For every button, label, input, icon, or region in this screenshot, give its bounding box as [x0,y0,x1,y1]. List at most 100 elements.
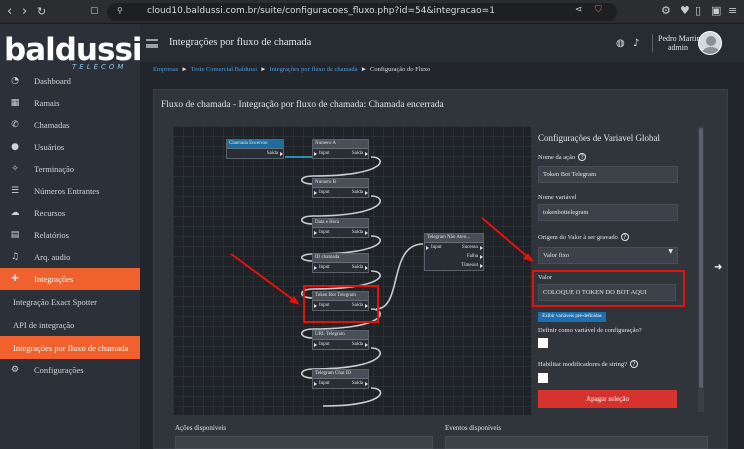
help-icon[interactable]: ? [630,360,638,368]
help-icon[interactable]: ? [578,153,587,161]
breadcrumb-current: Configuração do Fluxo [370,66,431,73]
mod-string-checkbox[interactable] [538,373,548,383]
delete-selection-button[interactable]: Apagar seleção [538,390,677,408]
back-icon[interactable]: ‹ [7,4,12,19]
sidebar-item-label: Ramais [34,98,60,108]
breadcrumb-sep: ► [181,66,188,73]
browser-toolbar: ‹ › ↻ ▢ ⚲ cloud10.baldussi.com.br/suite/… [0,0,744,24]
menu-icon[interactable]: ≡ [728,4,737,17]
user-icon: ● [11,142,19,152]
extensions-icon[interactable]: ♥ [680,4,690,17]
help-icon[interactable]: ? [620,233,629,241]
breadcrumb: Empresas ► Teste Comercial Baldussi ► Integr… [153,66,430,73]
flow-canvas[interactable]: Chamada Encerrou Saída Numero A Input Saí… [173,126,531,415]
sidebar-item-recursos[interactable]: ☁ Recursos [0,202,140,224]
sidebar-item-label: Dashboard [34,76,71,86]
top-bar: Integrações por fluxo de chamada ◍ ♪ Ped… [140,24,744,62]
breadcrumb-integracoes[interactable]: Integrações por fluxo de chamada [270,66,358,73]
origem-selected: Valor fixo [543,252,570,259]
sidebar-item-relat-rios[interactable]: ▤ Relatórios [0,224,140,246]
variavel-input[interactable]: tokenbottelegram [538,204,678,221]
report-icon: ▤ [10,230,20,240]
bookmark-icon[interactable]: ▢ [90,6,99,16]
settings-icon[interactable]: ⚙ [661,4,671,17]
sidebar-item-label: Usuários [34,142,65,152]
sidebar-item-label: Integrações [34,274,74,284]
sidebar-item-chamadas[interactable]: ✆ Chamadas [0,114,140,136]
gear-icon: ⚙ [10,365,20,375]
forward-icon[interactable]: › [22,4,27,19]
sidebar-item-configura-es[interactable]: ⚙ Configurações [0,359,140,381]
breadcrumb-sep: ► [360,66,368,73]
reload-icon[interactable]: ↻ [37,5,46,18]
share-icon[interactable]: ⋖ [575,5,583,15]
url-text: cloud10.baldussi.com.br/suite/configurac… [147,6,495,16]
hamburger-icon[interactable] [146,39,158,48]
site-info-icon[interactable]: ⚲ [117,6,123,15]
user-name: Pedro Martins [658,34,704,43]
origem-label: Origem do Valor à ser gravado? [538,233,629,241]
sidebar-item-label: Chamadas [34,120,70,130]
sidebar-item-label: Integração Exact Spotter [13,296,98,307]
sidebar-item-api-de-integra-o[interactable]: API de integração [0,313,140,336]
sidebar-item-integra-es[interactable]: ✚ Integrações [0,268,140,290]
sidebar-item-label: Números Entrantes [34,186,100,196]
mod-string-label: Habilitar modificadores de string?? [538,360,638,368]
sidebar-item-label: Relatórios [34,230,69,240]
sidebar-item-label: Recursos [34,208,66,218]
panel-title: Fluxo de chamada - Integração por fluxo … [161,100,444,110]
sidebar-item-n-meros-entrantes[interactable]: ☰ Números Entrantes [0,180,140,202]
avatar[interactable] [698,31,722,55]
sidebar-item-label: API de integração [13,319,75,330]
bell-icon[interactable]: ♪ [633,38,639,49]
origem-select[interactable]: Valor fixo ▼ [538,247,678,264]
sidebar-item-label: Integrações por fluxo de chamada [13,342,129,353]
globe-icon[interactable]: ◍ [616,38,625,49]
inbound-numbers-icon: ☰ [10,186,20,196]
config-title: Configurações de Variavel Global [538,133,661,143]
config-panel: Configurações de Variavel Global Nome da… [531,126,705,410]
sidebar-item-dashboard[interactable]: ◔ Dashboard [0,70,140,92]
acoes-select[interactable] [175,436,433,449]
user-role: admin [668,43,688,52]
sidebar-item-label: Arq. audio [34,252,71,262]
config-var-label: Definir como variável de configuração? [538,327,642,334]
show-predefined-button[interactable]: Exibir variáveis pré-definidas [538,312,606,322]
cloud-icon: ☁ [10,208,20,218]
config-var-checkbox[interactable] [538,338,548,348]
page-title: Integrações por fluxo de chamada [169,37,312,48]
extensions-icon: ▦ [10,98,20,108]
sidebar-item-label: Terminação [34,164,74,174]
sidebar-item-label: Configurações [34,365,84,375]
phone-icon: ✆ [11,120,19,130]
arrow-right-icon[interactable]: ➜ [714,262,722,273]
puzzle-icon: ✚ [11,274,19,284]
address-bar[interactable]: ⚲ cloud10.baldussi.com.br/suite/configur… [107,3,617,21]
acao-label: Nome da ação? [538,153,587,161]
sidebar: baldussi TELECOM ◔ Dashboard ▦ Ramais ✆ Chama… [0,24,143,449]
config-scrollbar[interactable] [698,126,704,412]
variavel-label: Nome variável [538,194,577,201]
user-info[interactable]: Pedro Martins admin [652,34,704,52]
acoes-label: Ações disponíveis [175,424,227,432]
wallet-icon[interactable]: ▣ [711,4,721,17]
sidebar-item-arq-audio[interactable]: ♫ Arq. audio [0,246,140,268]
breadcrumb-empresas[interactable]: Empresas [153,66,178,73]
breadcrumb-sep: ► [260,66,267,73]
breadcrumb-company[interactable]: Teste Comercial Baldussi [191,66,257,73]
annotation-arrow-left [230,253,300,305]
eventos-select[interactable] [445,436,708,449]
sidebar-item-usu-rios[interactable]: ● Usuários [0,136,140,158]
sidebar-item-ramais[interactable]: ▦ Ramais [0,92,140,114]
sidebar-item-integra-o-exact-spotter[interactable]: Integração Exact Spotter [0,290,140,313]
eventos-label: Eventos disponíveis [445,424,502,432]
dashboard-icon: ◔ [11,76,19,86]
audio-file-icon: ♫ [10,252,20,262]
satellite-icon: ✧ [11,164,19,174]
acao-input[interactable]: Token Bot Telegram [538,166,678,183]
highlight-box-valor [532,270,685,307]
sidebar-item-integra-es-por-fluxo-de-chamada[interactable]: Integrações por fluxo de chamada [0,336,140,359]
brave-shield-icon[interactable]: ⛉ [595,5,602,15]
sidebar-item-termina-o[interactable]: ✧ Terminação [0,158,140,180]
sidebar-toggle-icon[interactable]: ▯ [695,4,701,17]
